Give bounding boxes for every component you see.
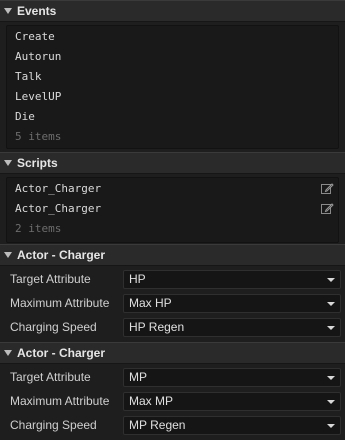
dropdown-value: Max MP: [129, 394, 174, 408]
event-item-create[interactable]: Create: [15, 28, 55, 46]
maximum-attribute-dropdown[interactable]: Max HP: [123, 294, 341, 313]
property-label: Charging Speed: [10, 320, 97, 334]
component-header-actor-charger[interactable]: Actor - Charger: [0, 342, 345, 364]
event-item-talk[interactable]: Talk: [15, 68, 42, 86]
property-label: Charging Speed: [10, 418, 97, 432]
scripts-count: 2 items: [15, 222, 62, 235]
target-attribute-dropdown[interactable]: MP: [123, 368, 341, 387]
scripts-section-title: Scripts: [17, 156, 58, 170]
chevron-down-icon: [327, 278, 335, 282]
dropdown-value: Max HP: [129, 296, 172, 310]
property-row-charging-speed: Charging Speed MP Regen: [0, 414, 345, 436]
edit-icon[interactable]: [320, 202, 334, 216]
property-row-maximum-attribute: Maximum Attribute Max MP: [0, 390, 345, 412]
property-label: Maximum Attribute: [10, 296, 110, 310]
event-item-levelup[interactable]: LevelUP: [15, 88, 61, 106]
chevron-down-icon: [327, 424, 335, 428]
property-label: Maximum Attribute: [10, 394, 110, 408]
component-title: Actor - Charger: [17, 346, 106, 360]
script-item[interactable]: Actor_Charger: [15, 180, 101, 198]
events-section-header[interactable]: Events: [0, 0, 345, 22]
property-row-target-attribute: Target Attribute HP: [0, 268, 345, 290]
dropdown-value: MP Regen: [129, 418, 186, 432]
collapse-triangle-icon: [4, 252, 12, 258]
charging-speed-dropdown[interactable]: HP Regen: [123, 318, 341, 337]
chevron-down-icon: [327, 326, 335, 330]
dropdown-value: MP: [129, 370, 147, 384]
dropdown-value: HP Regen: [129, 320, 185, 334]
property-label: Target Attribute: [10, 272, 91, 286]
events-list: Create Autorun Talk LevelUP Die 5 items: [6, 25, 339, 149]
edit-icon[interactable]: [320, 182, 334, 196]
events-count: 5 items: [15, 130, 62, 143]
component-header-actor-charger[interactable]: Actor - Charger: [0, 244, 345, 266]
chevron-down-icon: [327, 302, 335, 306]
scripts-list: Actor_Charger Actor_Charger 2 items: [6, 177, 339, 243]
maximum-attribute-dropdown[interactable]: Max MP: [123, 392, 341, 411]
component-title: Actor - Charger: [17, 248, 106, 262]
charging-speed-dropdown[interactable]: MP Regen: [123, 416, 341, 435]
events-section-title: Events: [17, 4, 57, 18]
event-item-die[interactable]: Die: [15, 108, 35, 126]
chevron-down-icon: [327, 400, 335, 404]
target-attribute-dropdown[interactable]: HP: [123, 270, 341, 289]
property-label: Target Attribute: [10, 370, 91, 384]
collapse-triangle-icon: [4, 350, 12, 356]
property-row-charging-speed: Charging Speed HP Regen: [0, 316, 345, 338]
script-item[interactable]: Actor_Charger: [15, 200, 101, 218]
collapse-triangle-icon: [4, 160, 12, 166]
scripts-section-header[interactable]: Scripts: [0, 152, 345, 174]
collapse-triangle-icon: [4, 8, 12, 14]
event-item-autorun[interactable]: Autorun: [15, 48, 61, 66]
property-row-maximum-attribute: Maximum Attribute Max HP: [0, 292, 345, 314]
chevron-down-icon: [327, 376, 335, 380]
property-row-target-attribute: Target Attribute MP: [0, 366, 345, 388]
dropdown-value: HP: [129, 272, 146, 286]
